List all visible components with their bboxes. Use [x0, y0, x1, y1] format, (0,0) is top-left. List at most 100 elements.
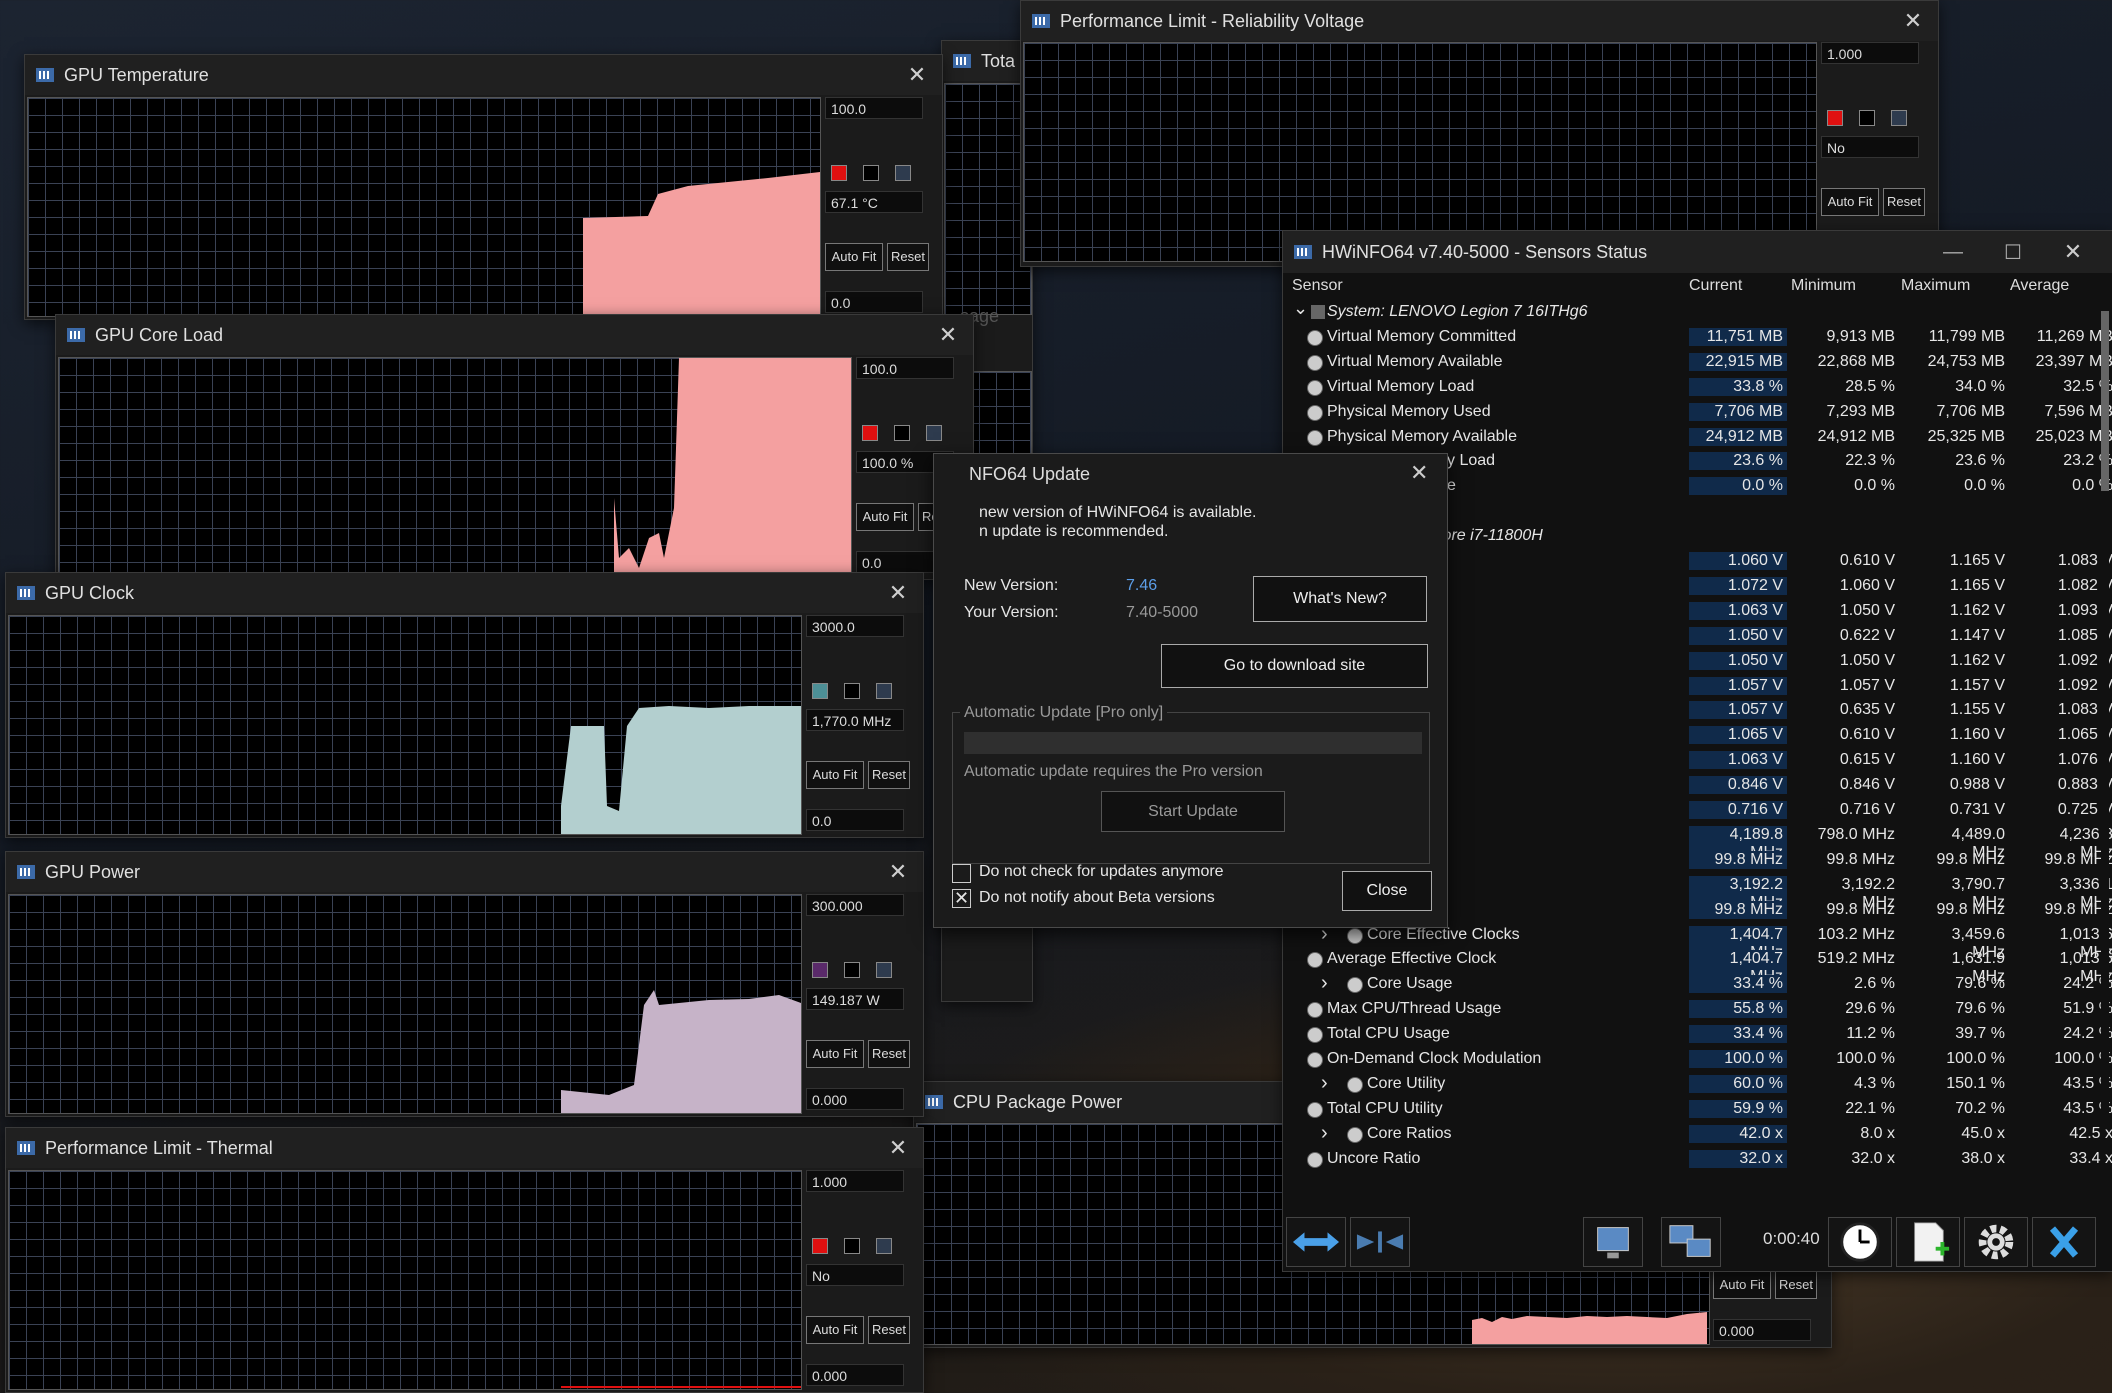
- sensor-row[interactable]: Virtual Memory Available 22,915 MB 22,868 …: [1283, 350, 2112, 375]
- sensor-row[interactable]: Total CPU Utility 59.9 % 22.1 % 70.2 % 43.5 …: [1283, 1097, 2112, 1122]
- color-red-swatch[interactable]: [831, 165, 847, 181]
- sensor-row[interactable]: Core Usage 33.4 % 2.6 % 79.6 % 24.2 % ›: [1283, 972, 2112, 997]
- color-black-swatch[interactable]: [844, 1238, 860, 1254]
- close-icon[interactable]: ✕: [883, 580, 913, 606]
- color-grid-swatch[interactable]: [876, 683, 892, 699]
- no-updates-checkbox[interactable]: [952, 864, 971, 883]
- color-grid-swatch[interactable]: [876, 962, 892, 978]
- auto-update-note: Automatic update requires the Pro versio…: [964, 763, 1263, 780]
- titlebar[interactable]: GPU Power ✕: [6, 852, 923, 892]
- whats-new-button[interactable]: What's New?: [1253, 576, 1427, 622]
- sensor-row[interactable]: Virtual Memory Committed 11,751 MB 9,913 M…: [1283, 325, 2112, 350]
- close-icon[interactable]: ✕: [883, 859, 913, 885]
- color-purple-swatch[interactable]: [812, 962, 828, 978]
- color-black-swatch[interactable]: [1859, 110, 1875, 126]
- nav-collapse-button[interactable]: [1350, 1217, 1410, 1267]
- color-grid-swatch[interactable]: [926, 425, 942, 441]
- exit-button[interactable]: [2032, 1217, 2096, 1267]
- close-icon[interactable]: ✕: [883, 1135, 913, 1161]
- reset-button[interactable]: Reset: [1883, 188, 1925, 216]
- log-button[interactable]: [1896, 1217, 1960, 1267]
- auto-fit-button[interactable]: Auto Fit: [825, 243, 883, 271]
- auto-fit-button[interactable]: Auto Fit: [806, 1316, 864, 1344]
- titlebar[interactable]: Performance Limit - Reliability Voltage ✕: [1021, 1, 1938, 41]
- download-site-button[interactable]: Go to download site: [1161, 644, 1428, 688]
- close-icon[interactable]: ✕: [902, 62, 932, 88]
- auto-fit-button[interactable]: Auto Fit: [856, 503, 914, 531]
- sensor-row[interactable]: Max CPU/Thread Usage 55.8 % 29.6 % 79.6 % 51…: [1283, 997, 2112, 1022]
- close-button[interactable]: Close: [1342, 871, 1432, 911]
- header-sensor[interactable]: Sensor: [1292, 277, 1343, 295]
- close-icon[interactable]: ✕: [1898, 8, 1928, 34]
- sensor-row[interactable]: Physical Memory Used 7,706 MB 7,293 MB 7,70…: [1283, 400, 2112, 425]
- auto-fit-button[interactable]: Auto Fit: [1713, 1271, 1771, 1299]
- clock-button[interactable]: [1828, 1217, 1892, 1267]
- max-value[interactable]: 1.000: [806, 1170, 904, 1192]
- remote-button[interactable]: [1661, 1217, 1721, 1267]
- close-icon[interactable]: ✕: [1410, 460, 1428, 486]
- color-black-swatch[interactable]: [863, 165, 879, 181]
- chevron-right-icon[interactable]: ›: [1321, 1122, 1328, 1145]
- arrows-out-icon: [1292, 1232, 1340, 1252]
- close-icon[interactable]: ✕: [933, 322, 963, 348]
- color-teal-swatch[interactable]: [812, 683, 828, 699]
- titlebar[interactable]: GPU Core Load ✕: [56, 315, 973, 355]
- color-red-swatch[interactable]: [862, 425, 878, 441]
- reset-button[interactable]: Reset: [868, 1040, 910, 1068]
- color-black-swatch[interactable]: [894, 425, 910, 441]
- sensor-row[interactable]: Physical Memory Available 24,912 MB 24,912…: [1283, 425, 2112, 450]
- chevron-down-icon[interactable]: ⌄: [1293, 298, 1308, 319]
- chevron-right-icon[interactable]: ›: [1321, 972, 1328, 995]
- header-current[interactable]: Current: [1689, 277, 1742, 295]
- reset-button[interactable]: Reset: [887, 243, 929, 271]
- color-red-swatch[interactable]: [812, 1238, 828, 1254]
- auto-fit-button[interactable]: Auto Fit: [806, 1040, 864, 1068]
- start-update-button[interactable]: Start Update: [1101, 791, 1285, 832]
- auto-fit-button[interactable]: Auto Fit: [806, 761, 864, 789]
- sensor-row[interactable]: Core Utility 60.0 % 4.3 % 150.1 % 43.5 % ›: [1283, 1072, 2112, 1097]
- titlebar[interactable]: GPU Temperature ✕: [25, 55, 942, 95]
- max-value[interactable]: 100.0: [856, 357, 954, 379]
- sensor-gauge-icon: [1347, 1126, 1363, 1143]
- color-grid-swatch[interactable]: [1891, 110, 1907, 126]
- titlebar[interactable]: Performance Limit - Thermal ✕: [6, 1128, 923, 1168]
- header-minimum[interactable]: Minimum: [1791, 277, 1856, 295]
- sensor-row[interactable]: Total CPU Usage 33.4 % 11.2 % 39.7 % 24.2 %: [1283, 1022, 2112, 1047]
- scrollbar[interactable]: [2101, 301, 2109, 1116]
- scrollbar-thumb[interactable]: [2101, 311, 2109, 491]
- sensor-row[interactable]: Uncore Ratio 32.0 x 32.0 x 38.0 x 33.4 x: [1283, 1147, 2112, 1172]
- color-black-swatch[interactable]: [844, 962, 860, 978]
- settings-button[interactable]: [1964, 1217, 2028, 1267]
- min-value: 0.000: [806, 1088, 904, 1110]
- sensor-row[interactable]: Virtual Memory Load 33.8 % 28.5 % 34.0 % 32.…: [1283, 375, 2112, 400]
- max-value[interactable]: 3000.0: [806, 615, 904, 637]
- header-average[interactable]: Average: [2010, 277, 2069, 295]
- sensor-row[interactable]: Average Effective Clock1,404.7 MHz519.2 …: [1283, 947, 2112, 987]
- color-red-swatch[interactable]: [1827, 110, 1843, 126]
- sensor-row[interactable]: On-Demand Clock Modulation 100.0 % 100.0 %…: [1283, 1047, 2112, 1072]
- sensor-max-value: 1.147 V: [1949, 626, 2005, 644]
- titlebar[interactable]: GPU Clock ✕: [6, 573, 923, 613]
- close-icon[interactable]: ✕: [2043, 239, 2103, 265]
- no-beta-checkbox[interactable]: ✕: [952, 889, 971, 908]
- nav-expand-button[interactable]: [1286, 1217, 1346, 1267]
- max-value[interactable]: 1.000: [1821, 42, 1919, 64]
- reset-button[interactable]: Reset: [1775, 1271, 1817, 1299]
- max-value[interactable]: 300.000: [806, 894, 904, 916]
- color-grid-swatch[interactable]: [895, 165, 911, 181]
- sensor-row[interactable]: System: LENOVO Legion 7 16ITHg6 ⌄: [1283, 298, 2091, 325]
- maximize-icon[interactable]: ☐: [1983, 240, 2043, 265]
- max-value[interactable]: 100.0: [825, 97, 923, 119]
- reset-button[interactable]: Reset: [868, 1316, 910, 1344]
- reset-button[interactable]: Reset: [868, 761, 910, 789]
- sensor-min-value: 99.8 MHz: [1826, 900, 1895, 918]
- minimize-icon[interactable]: —: [1923, 241, 1983, 264]
- color-black-swatch[interactable]: [844, 683, 860, 699]
- color-grid-swatch[interactable]: [876, 1238, 892, 1254]
- header-maximum[interactable]: Maximum: [1901, 277, 1970, 295]
- auto-fit-button[interactable]: Auto Fit: [1821, 188, 1879, 216]
- sensor-row[interactable]: Core Ratios 42.0 x 8.0 x 45.0 x 42.5 x ›: [1283, 1122, 2112, 1147]
- chevron-right-icon[interactable]: ›: [1321, 1072, 1328, 1095]
- network-button[interactable]: [1583, 1217, 1643, 1267]
- titlebar[interactable]: HWiNFO64 v7.40-5000 - Sensors Status — ☐…: [1283, 231, 2112, 273]
